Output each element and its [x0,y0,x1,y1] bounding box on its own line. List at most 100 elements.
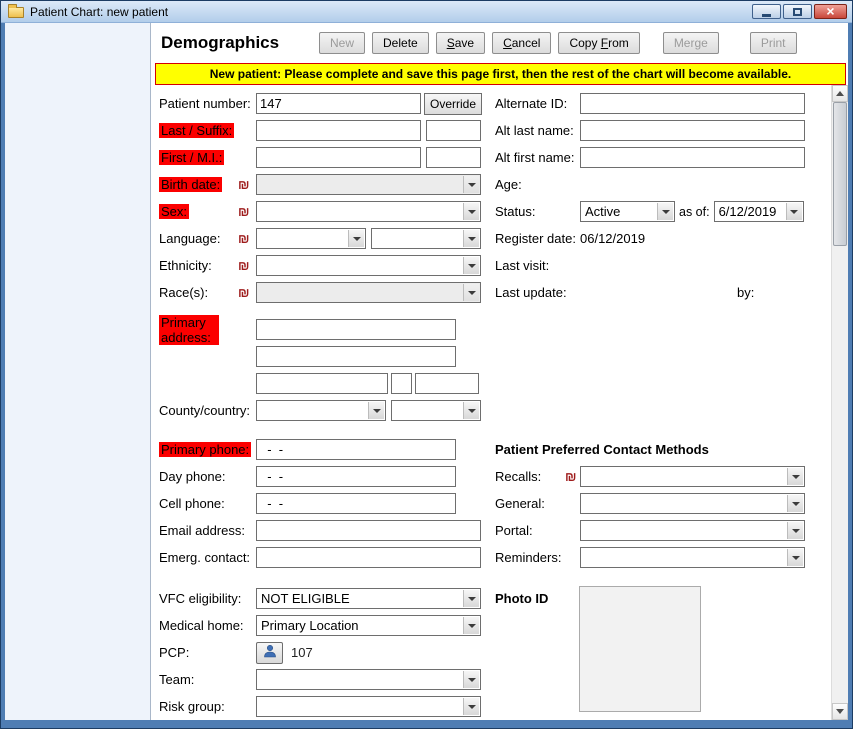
zip-input[interactable] [415,373,479,394]
language-secondary-select[interactable] [371,228,481,249]
close-button[interactable]: × [814,4,847,19]
page-header: Demographics New Delete Save Cancel Copy… [151,23,848,63]
chevron-down-icon [463,617,479,634]
chevron-down-icon [348,230,364,247]
override-button[interactable]: Override [424,92,483,115]
pcp-picker-button[interactable] [256,641,283,664]
middle-initial-input[interactable] [426,147,481,168]
scroll-down-button[interactable] [832,703,848,720]
row-cell-phone: Cell phone: General: [159,490,831,517]
last-visit-label: Last visit: [495,258,550,273]
chevron-down-icon [463,402,479,419]
chevron-down-icon [463,698,479,715]
address-line1-input[interactable] [256,319,456,340]
alternate-id-label: Alternate ID: [495,96,568,111]
sex-select[interactable] [256,201,481,222]
photo-id-box [579,586,701,712]
recalls-label: Recalls: [495,469,542,484]
scroll-up-button[interactable] [832,85,848,102]
pcp-label: PCP: [159,645,190,660]
row-medical-home: Medical home: Primary Location [159,612,831,639]
contact-methods-heading: Patient Preferred Contact Methods [495,442,709,457]
cancel-button[interactable]: Cancel [492,32,552,54]
new-button[interactable]: New [319,32,366,54]
print-button[interactable]: Print [749,32,797,54]
audit-flag-icon: ₪ [238,285,250,300]
day-phone-label: Day phone: [159,469,226,484]
risk-group-select[interactable] [256,696,481,717]
chevron-down-icon [787,468,803,485]
row-vfc: VFC eligibility: NOT ELIGIBLE Photo ID [159,585,831,612]
reminders-select[interactable] [580,547,805,568]
chevron-down-icon [463,203,479,220]
row-first-name: First / M.I.: Alt first name: [159,144,831,171]
medical-home-label: Medical home: [159,618,244,633]
audit-flag-icon: ₪ [238,177,250,192]
row-primary-phone: Primary phone: Patient Preferred Contact… [159,436,831,463]
title-bar[interactable]: Patient Chart: new patient × [1,1,852,23]
races-select[interactable] [256,282,481,303]
language-label: Language: [159,231,221,246]
row-language: Language: ₪ Register date: 06/12/2019 [159,225,831,252]
window-content: Demographics New Delete Save Cancel Copy… [5,23,848,720]
merge-button[interactable]: Merge [662,32,719,54]
vfc-select[interactable]: NOT ELIGIBLE [256,588,481,609]
row-team: Team: [159,666,831,693]
alt-first-name-input[interactable] [580,147,805,168]
maximize-button[interactable] [783,4,812,19]
chevron-down-icon [463,230,479,247]
scroll-up-icon [836,91,844,96]
medical-home-select[interactable]: Primary Location [256,615,481,636]
recalls-select[interactable] [580,466,805,487]
alt-last-name-label: Alt last name: [495,123,574,138]
address-line2-input[interactable] [256,346,456,367]
chevron-down-icon [463,590,479,607]
city-input[interactable] [256,373,388,394]
row-day-phone: Day phone: Recalls: ₪ [159,463,831,490]
minimize-button[interactable] [752,4,781,19]
last-name-input[interactable] [256,120,421,141]
cell-phone-input[interactable] [256,493,456,514]
alt-last-name-input[interactable] [580,120,805,141]
chevron-down-icon [787,495,803,512]
state-input[interactable] [391,373,412,394]
row-address-1: Primary address: [159,314,831,345]
scrollbar-thumb[interactable] [833,102,847,246]
first-name-input[interactable] [256,147,421,168]
ethnicity-select[interactable] [256,255,481,276]
emerg-contact-input[interactable] [256,547,481,568]
patient-number-input[interactable] [256,93,421,114]
page-title: Demographics [161,33,280,52]
minimize-icon [762,13,771,17]
vfc-label: VFC eligibility: [159,591,242,606]
primary-address-label: Primary address: [159,314,219,345]
status-select[interactable]: Active [580,201,675,222]
general-label: General: [495,496,545,511]
day-phone-input[interactable] [256,466,456,487]
chevron-down-icon [657,203,673,220]
alternate-id-input[interactable] [580,93,805,114]
team-label: Team: [159,672,195,687]
county-select[interactable] [256,400,386,421]
chevron-down-icon [787,522,803,539]
register-date-value: 06/12/2019 [580,231,646,246]
vertical-scrollbar[interactable] [831,85,848,720]
general-select[interactable] [580,493,805,514]
email-label: Email address: [159,523,245,538]
birth-date-select[interactable] [256,174,481,195]
country-select[interactable] [391,400,481,421]
chevron-down-icon [463,176,479,193]
primary-phone-input[interactable] [256,439,456,460]
portal-select[interactable] [580,520,805,541]
suffix-input[interactable] [426,120,481,141]
email-input[interactable] [256,520,481,541]
as-of-date-select[interactable]: 6/12/2019 [713,201,804,222]
language-select[interactable] [256,228,366,249]
save-button[interactable]: Save [435,32,486,54]
copy-from-button[interactable]: Copy From [558,32,640,54]
team-select[interactable] [256,669,481,690]
row-pcp: PCP: 107 [159,639,831,666]
chevron-down-icon [463,257,479,274]
delete-button[interactable]: Delete [372,32,429,54]
row-email: Email address: Portal: [159,517,831,544]
